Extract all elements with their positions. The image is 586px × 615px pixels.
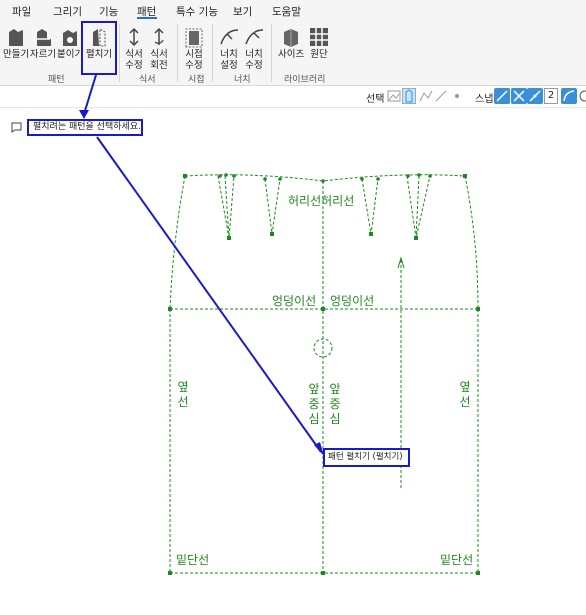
snap-endpoint-button[interactable]	[494, 88, 510, 104]
set-notch-button[interactable]: 너치 설정	[218, 26, 240, 71]
snap-division-input[interactable]: 2	[544, 88, 558, 104]
active-menu-indicator	[137, 17, 157, 19]
side-seam-label-right: 옆선	[459, 380, 471, 409]
snap-curve-icon	[563, 90, 575, 102]
grain-group-label: 시접	[188, 75, 205, 85]
hem-line-label-right: 밑단선	[440, 553, 474, 567]
snap-curve-button[interactable]	[561, 88, 577, 104]
seam-allowance-icon	[185, 28, 203, 48]
snap-intersection-icon	[513, 90, 525, 102]
edit-notch-button[interactable]: 너치 수정	[243, 26, 265, 71]
ribbon-separator	[271, 24, 272, 82]
attach-pattern-icon	[63, 30, 77, 46]
fabric-icon	[310, 28, 328, 46]
select-label: 선택	[366, 94, 385, 105]
line-select-icon[interactable]	[434, 89, 448, 103]
fabric-button[interactable]: 원단	[307, 26, 331, 60]
center-front-label-right: 앞중심	[329, 382, 341, 426]
snap-endpoint-icon	[496, 90, 508, 102]
edit-notch-icon	[245, 29, 264, 45]
ribbon-separator	[212, 24, 213, 82]
center-front-label-left: 앞중심	[308, 382, 320, 426]
pattern-group-label: 패턴	[48, 75, 65, 85]
create-pattern-icon	[9, 29, 23, 46]
hip-line-label-right: 엉덩이선	[330, 294, 375, 308]
menu-help[interactable]: 도움말	[272, 4, 301, 19]
edit-grain-button[interactable]: 식서 수정	[123, 26, 145, 71]
hip-line-label-left: 엉덩이선	[272, 294, 317, 308]
unfold-button-highlight	[81, 21, 117, 75]
snap-intersection-button[interactable]	[511, 88, 527, 104]
cursor-tooltip: 패턴 펼치기 (펼치기)	[323, 448, 410, 467]
menu-file[interactable]: 파일	[12, 4, 31, 19]
hint-speech-icon	[11, 122, 22, 133]
cut-pattern-icon	[36, 29, 51, 46]
image-select-icon[interactable]	[387, 89, 401, 103]
attach-button-label: 붙이기	[57, 49, 84, 60]
snap-more-icon[interactable]	[578, 89, 586, 103]
hint-message: 펼치려는 패턴을 선택하세요.	[27, 119, 143, 136]
menu-bar: 파일 그리기 기능 패턴 특수 기능 보기 도움말	[0, 0, 586, 20]
snap-divide-icon	[529, 90, 541, 102]
rotate-grain-label: 식서 회전	[150, 49, 168, 71]
pattern-select-icon	[405, 89, 413, 103]
notch-group-label: 너치	[234, 75, 251, 85]
edit-seam-allowance-button[interactable]: 시접 수정	[183, 26, 205, 71]
curve-select-icon[interactable]	[419, 89, 433, 103]
menu-function[interactable]: 기능	[99, 4, 118, 19]
pattern-select-button[interactable]	[402, 88, 416, 104]
set-notch-label: 너치 설정	[220, 49, 238, 71]
rotate-grain-button[interactable]: 식서 회전	[148, 26, 170, 71]
edit-grain-label: 식서 수정	[125, 49, 143, 71]
size-icon	[284, 29, 298, 47]
cut-button-label: 자르기	[29, 49, 57, 60]
size-button-label: 사이즈	[278, 49, 305, 60]
edit-notch-label: 너치 수정	[245, 49, 263, 71]
ribbon-separator	[119, 24, 120, 82]
menu-special-function[interactable]: 특수 기능	[176, 4, 218, 19]
pattern-canvas[interactable]	[0, 108, 586, 615]
snap-label: 스냅	[475, 94, 494, 105]
point-select-icon[interactable]	[450, 89, 464, 103]
create-button[interactable]: 만들기	[3, 26, 29, 60]
edit-grain-icon	[129, 27, 139, 47]
rotate-grain-icon	[154, 27, 164, 45]
cut-button[interactable]: 자르기	[29, 26, 57, 60]
waist-line-label: 허리선허리선	[288, 194, 355, 208]
library-group-label: 라이브러리	[284, 75, 326, 85]
hem-line-label-left: 밑단선	[176, 553, 210, 567]
seam-group-label: 식서	[139, 75, 156, 85]
snap-divide-button[interactable]	[527, 88, 543, 104]
menu-view[interactable]: 보기	[233, 4, 252, 19]
fabric-button-label: 원단	[310, 49, 328, 60]
create-button-label: 만들기	[3, 49, 30, 60]
set-notch-icon	[220, 29, 239, 45]
edit-seam-allowance-label: 시접 수정	[185, 49, 203, 71]
attach-button[interactable]: 붙이기	[57, 26, 83, 60]
ribbon-separator	[177, 24, 178, 82]
menu-draw[interactable]: 그리기	[53, 4, 82, 19]
side-seam-label-left: 옆선	[177, 380, 189, 409]
size-button[interactable]: 사이즈	[278, 26, 304, 60]
